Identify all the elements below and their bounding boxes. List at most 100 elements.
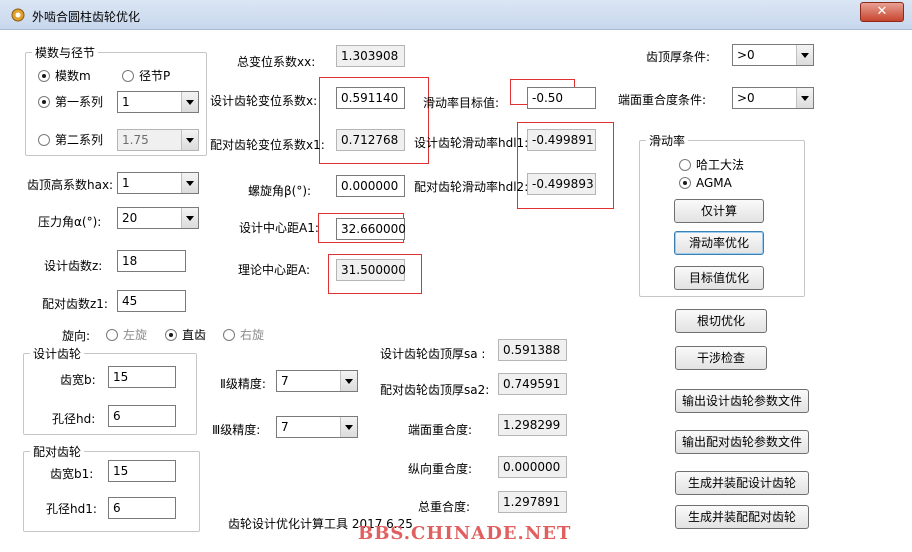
calc-only-button[interactable]: 仅计算 <box>674 199 764 223</box>
design-shift-label: 设计齿轮变位系数x: <box>210 94 318 108</box>
generate-design-gear-button[interactable]: 生成并装配设计齿轮 <box>675 471 809 495</box>
close-button[interactable]: ✕ <box>860 2 904 22</box>
radio-dot-icon <box>679 177 691 189</box>
helix-input[interactable]: 0.000000 <box>336 175 405 197</box>
pressure-angle-select[interactable]: 20 <box>117 207 199 229</box>
chevron-down-icon <box>796 88 813 108</box>
root-cut-optimize-button[interactable]: 根切优化 <box>675 309 767 333</box>
design-width-label: 齿宽b: <box>60 373 96 387</box>
mate-bore-input[interactable]: 6 <box>108 497 176 519</box>
radio-series2[interactable]: 第二系列 <box>38 131 103 148</box>
chevron-down-icon <box>181 130 198 150</box>
sa2-value: 0.749591 <box>498 373 567 395</box>
generate-mate-gear-button[interactable]: 生成并装配配对齿轮 <box>675 505 809 529</box>
design-center-label: 设计中心距A1: <box>239 221 319 235</box>
slip-target-input[interactable]: -0.50 <box>527 87 596 109</box>
grade3-label: Ⅲ级精度: <box>212 423 261 437</box>
export-mate-params-button[interactable]: 输出配对齿轮参数文件 <box>675 430 809 454</box>
radio-series1[interactable]: 第一系列 <box>38 93 103 110</box>
radio-dot-icon <box>106 329 118 341</box>
radio-dot-icon <box>679 159 691 171</box>
series2-value: 1.75 <box>122 133 149 147</box>
radio-agma-label: AGMA <box>696 176 732 190</box>
end-overlap-value: 1.298299 <box>498 414 567 436</box>
chevron-down-icon <box>796 45 813 65</box>
design-slip-value: -0.499891 <box>527 129 596 151</box>
chevron-down-icon <box>181 173 198 193</box>
mate-width-input[interactable]: 15 <box>108 460 176 482</box>
total-shift-value: 1.303908 <box>336 45 405 67</box>
radio-hagong[interactable]: 哈工大法 <box>679 156 744 173</box>
radio-series1-label: 第一系列 <box>55 95 104 109</box>
theory-center-label: 理论中心距A: <box>238 263 311 277</box>
total-shift-label: 总变位系数xx: <box>237 55 316 69</box>
design-width-input[interactable]: 15 <box>108 366 176 388</box>
tip-thickness-cond-select[interactable]: >0 <box>732 44 814 66</box>
radio-straight[interactable]: 直齿 <box>165 326 206 343</box>
radio-right-hand[interactable]: 右旋 <box>223 326 264 343</box>
radio-module[interactable]: 模数m <box>38 67 91 84</box>
teeth-z-input[interactable]: 18 <box>117 250 186 272</box>
grade2-select[interactable]: 7 <box>276 370 358 392</box>
sa2-label: 配对齿轮齿顶厚sa2: <box>380 383 490 397</box>
radio-module-label: 模数m <box>55 69 91 83</box>
radio-dot-icon <box>38 70 50 82</box>
overlap-cond-select[interactable]: >0 <box>732 87 814 109</box>
design-center-input[interactable]: 32.660000 <box>336 218 406 240</box>
sa-label: 设计齿轮齿顶厚sa : <box>380 347 486 361</box>
radio-agma[interactable]: AGMA <box>679 176 732 190</box>
design-gear-title: 设计齿轮 <box>30 345 85 362</box>
radio-dot-icon <box>223 329 235 341</box>
design-shift-input[interactable]: 0.591140 <box>336 87 405 109</box>
chevron-down-icon <box>181 208 198 228</box>
series2-select[interactable]: 1.75 <box>117 129 199 151</box>
export-design-params-button[interactable]: 输出设计齿轮参数文件 <box>675 389 809 413</box>
radio-dot-icon <box>38 96 50 108</box>
hax-value: 1 <box>122 176 130 190</box>
radio-right-label: 右旋 <box>240 328 265 342</box>
grade3-select[interactable]: 7 <box>276 416 358 438</box>
design-bore-label: 孔径hd: <box>52 412 96 426</box>
axial-overlap-value: 0.000000 <box>498 456 567 478</box>
axial-overlap-label: 纵向重合度: <box>408 462 473 476</box>
end-overlap-label: 端面重合度: <box>408 423 473 437</box>
slip-optimize-button[interactable]: 滑动率优化 <box>674 231 764 255</box>
radio-pitch-label: 径节P <box>139 69 171 83</box>
grade2-value: 7 <box>281 374 289 388</box>
mate-slip-label: 配对齿轮滑动率hdl2: <box>414 180 529 194</box>
chevron-down-icon <box>340 417 357 437</box>
rotation-label: 旋向: <box>62 329 91 343</box>
radio-left-hand[interactable]: 左旋 <box>106 326 147 343</box>
theory-center-value: 31.500000 <box>336 259 406 281</box>
series1-select[interactable]: 1 <box>117 91 199 113</box>
interference-check-button[interactable]: 干涉检查 <box>675 346 767 370</box>
teeth-z-label: 设计齿数z: <box>44 259 103 273</box>
grade2-label: Ⅱ级精度: <box>220 377 266 391</box>
app-icon <box>10 7 26 23</box>
slip-group-title: 滑动率 <box>646 132 689 149</box>
chevron-down-icon <box>181 92 198 112</box>
hax-label: 齿顶高系数hax: <box>27 178 114 192</box>
target-optimize-button[interactable]: 目标值优化 <box>674 266 764 290</box>
chevron-down-icon <box>340 371 357 391</box>
design-bore-input[interactable]: 6 <box>108 405 176 427</box>
hax-select[interactable]: 1 <box>117 172 199 194</box>
radio-series2-label: 第二系列 <box>55 133 104 147</box>
mate-width-label: 齿宽b1: <box>50 467 94 481</box>
radio-left-label: 左旋 <box>123 328 148 342</box>
title-bar: 外啮合圆柱齿轮优化 ✕ <box>0 0 912 30</box>
radio-hagong-label: 哈工大法 <box>696 158 745 172</box>
mate-gear-title: 配对齿轮 <box>30 443 85 460</box>
module-group-title: 模数与径节 <box>32 44 99 61</box>
tip-thickness-cond-value: >0 <box>737 48 755 62</box>
radio-dot-icon <box>122 70 134 82</box>
pressure-angle-value: 20 <box>122 211 138 225</box>
radio-dot-icon <box>38 134 50 146</box>
pressure-angle-label: 压力角α(°): <box>38 215 102 229</box>
teeth-z1-input[interactable]: 45 <box>117 290 186 312</box>
series1-value: 1 <box>122 95 130 109</box>
radio-pitch[interactable]: 径节P <box>122 67 170 84</box>
total-overlap-label: 总重合度: <box>418 500 471 514</box>
overlap-cond-value: >0 <box>737 91 755 105</box>
sa-value: 0.591388 <box>498 339 567 361</box>
